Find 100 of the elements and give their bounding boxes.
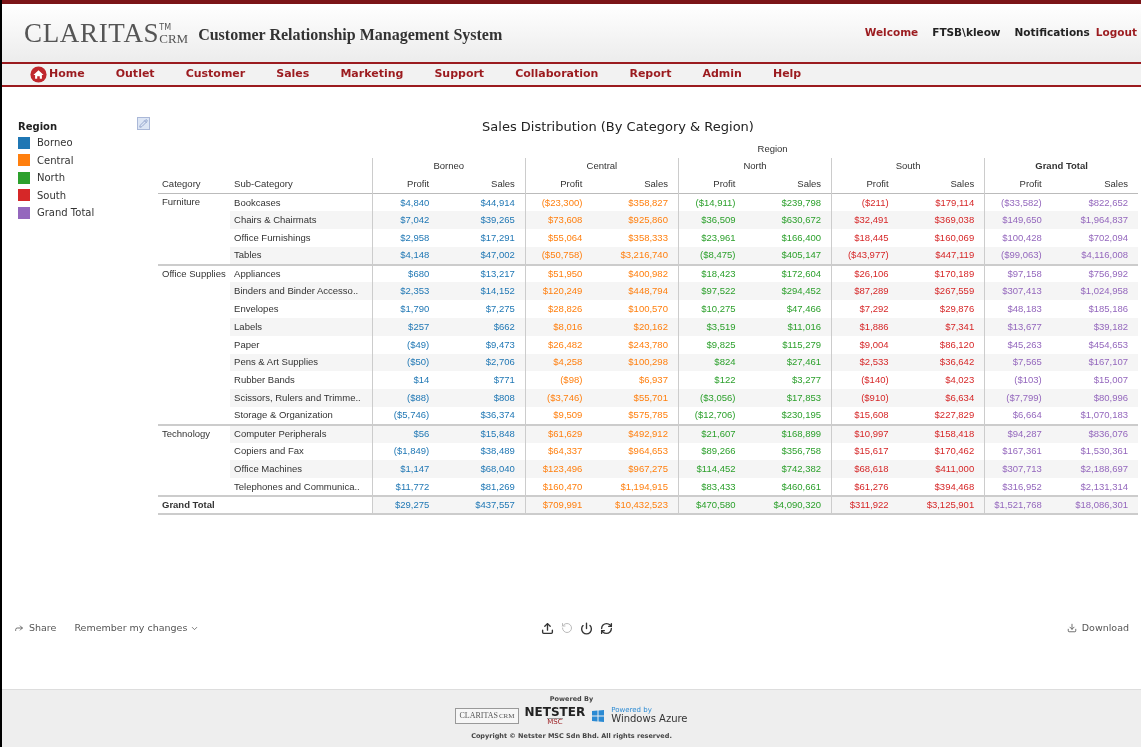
value-cell: $742,382 bbox=[755, 460, 832, 479]
nav-item[interactable]: Report bbox=[629, 66, 672, 83]
download-button[interactable]: Download bbox=[1066, 621, 1129, 636]
value-cell: ($12,706) bbox=[678, 407, 756, 425]
value-cell: $9,509 bbox=[525, 407, 603, 425]
nav-item[interactable]: Sales bbox=[276, 66, 310, 83]
nav-item[interactable]: Admin bbox=[702, 66, 742, 83]
value-cell: $56 bbox=[372, 424, 450, 443]
subcategory-cell: Tables bbox=[230, 246, 373, 265]
header-link[interactable]: Notifications bbox=[1014, 25, 1090, 41]
report-title: Sales Distribution (By Category & Region) bbox=[481, 118, 755, 136]
value-cell: $405,147 bbox=[755, 246, 832, 265]
nav-item[interactable]: Support bbox=[434, 66, 485, 83]
logo-wordmark: CLARITAS bbox=[24, 19, 160, 47]
value-cell: $11,016 bbox=[755, 318, 832, 336]
value-cell: $1,964,837 bbox=[1061, 211, 1138, 230]
grand-total-label: Grand Total bbox=[158, 496, 373, 514]
value-cell: $2,353 bbox=[372, 282, 450, 301]
subcategory-cell: Computer Peripherals bbox=[230, 424, 373, 443]
total-cell: $29,275 bbox=[372, 496, 450, 514]
legend-label: Borneo bbox=[37, 136, 73, 151]
value-cell: $26,482 bbox=[525, 335, 603, 354]
remember-changes-dropdown[interactable]: Remember my changes bbox=[74, 621, 200, 636]
value-cell: $23,961 bbox=[678, 229, 756, 247]
trademark-mark: TM bbox=[159, 23, 172, 32]
region-column-header: North bbox=[678, 157, 832, 176]
value-cell: $17,291 bbox=[449, 229, 526, 247]
value-cell: $87,289 bbox=[831, 282, 909, 301]
value-cell: $2,706 bbox=[449, 353, 526, 372]
power-icon[interactable] bbox=[580, 621, 594, 635]
nav-item[interactable]: Collaboration bbox=[515, 66, 599, 83]
value-cell: $38,489 bbox=[449, 442, 526, 461]
column-header: Sales bbox=[602, 175, 679, 194]
value-cell: $160,470 bbox=[525, 478, 603, 497]
refresh-icon[interactable] bbox=[600, 621, 614, 635]
value-cell: $36,642 bbox=[908, 353, 985, 372]
value-cell: $356,758 bbox=[755, 442, 832, 461]
nav-item[interactable]: Marketing bbox=[340, 66, 404, 83]
subcategory-cell: Office Furnishings bbox=[230, 229, 373, 247]
value-cell: $114,452 bbox=[678, 460, 756, 479]
share-button[interactable]: Share bbox=[14, 621, 57, 636]
column-header: Profit bbox=[372, 175, 450, 194]
value-cell: $13,217 bbox=[449, 264, 526, 283]
value-cell: $185,186 bbox=[1061, 300, 1138, 319]
nav-item[interactable]: Outlet bbox=[115, 66, 155, 83]
column-header: Profit bbox=[831, 175, 909, 194]
total-cell: $3,125,901 bbox=[908, 496, 985, 514]
category-cell: Technology bbox=[158, 424, 231, 497]
nav-item[interactable]: Help bbox=[772, 66, 802, 83]
value-cell: ($8,475) bbox=[678, 246, 756, 265]
region-column-header: Borneo bbox=[372, 157, 526, 176]
region-column-header: Central bbox=[525, 157, 679, 176]
value-cell: $239,798 bbox=[755, 193, 832, 212]
export-icon[interactable] bbox=[541, 621, 555, 635]
column-header: Sales bbox=[1061, 175, 1138, 194]
value-cell: ($43,977) bbox=[831, 246, 909, 265]
value-cell: $4,148 bbox=[372, 246, 450, 265]
total-cell: $709,991 bbox=[525, 496, 603, 514]
value-cell: $454,653 bbox=[1061, 335, 1138, 354]
value-cell: $73,608 bbox=[525, 211, 603, 230]
value-cell: $55,064 bbox=[525, 229, 603, 247]
value-cell: $6,937 bbox=[602, 371, 679, 390]
value-cell: $61,276 bbox=[831, 478, 909, 497]
column-header: Sales bbox=[908, 175, 985, 194]
header-link[interactable]: Logout bbox=[1095, 25, 1137, 41]
nav-item[interactable]: Home bbox=[30, 66, 85, 83]
column-header: Profit bbox=[678, 175, 756, 194]
value-cell: $86,120 bbox=[908, 335, 985, 354]
nav-item[interactable]: Customer bbox=[185, 66, 246, 83]
region-header: Region bbox=[757, 143, 788, 155]
value-cell: $662 bbox=[449, 318, 526, 336]
logo-wordmark: CLARITAS bbox=[459, 709, 498, 722]
value-cell: $81,269 bbox=[449, 478, 526, 497]
value-cell: $17,853 bbox=[755, 389, 832, 408]
value-cell: $243,780 bbox=[602, 335, 679, 354]
windows-flag-icon bbox=[591, 708, 606, 723]
value-cell: $179,114 bbox=[908, 193, 985, 212]
value-cell: $400,982 bbox=[602, 264, 679, 283]
value-cell: $20,162 bbox=[602, 318, 679, 336]
value-cell: $7,341 bbox=[908, 318, 985, 336]
total-cell: $4,090,320 bbox=[755, 496, 832, 514]
value-cell: $9,473 bbox=[449, 335, 526, 354]
value-cell: $822,652 bbox=[1061, 193, 1138, 212]
subcategory-cell: Appliances bbox=[230, 264, 373, 283]
category-cell: Office Supplies bbox=[158, 264, 231, 425]
value-cell: $68,040 bbox=[449, 460, 526, 479]
value-cell: $7,042 bbox=[372, 211, 450, 230]
value-cell: $492,912 bbox=[602, 424, 679, 443]
value-cell: $2,958 bbox=[372, 229, 450, 247]
value-cell: $307,713 bbox=[984, 460, 1062, 479]
value-cell: $149,650 bbox=[984, 211, 1062, 230]
value-cell: $3,519 bbox=[678, 318, 756, 336]
value-cell: $68,618 bbox=[831, 460, 909, 479]
home-icon bbox=[30, 66, 47, 83]
value-cell: $167,107 bbox=[1061, 353, 1138, 372]
value-cell: $448,794 bbox=[602, 282, 679, 301]
value-cell: $358,333 bbox=[602, 229, 679, 247]
value-cell: $160,069 bbox=[908, 229, 985, 247]
value-cell: $100,298 bbox=[602, 353, 679, 372]
value-cell: ($99,063) bbox=[984, 246, 1062, 265]
